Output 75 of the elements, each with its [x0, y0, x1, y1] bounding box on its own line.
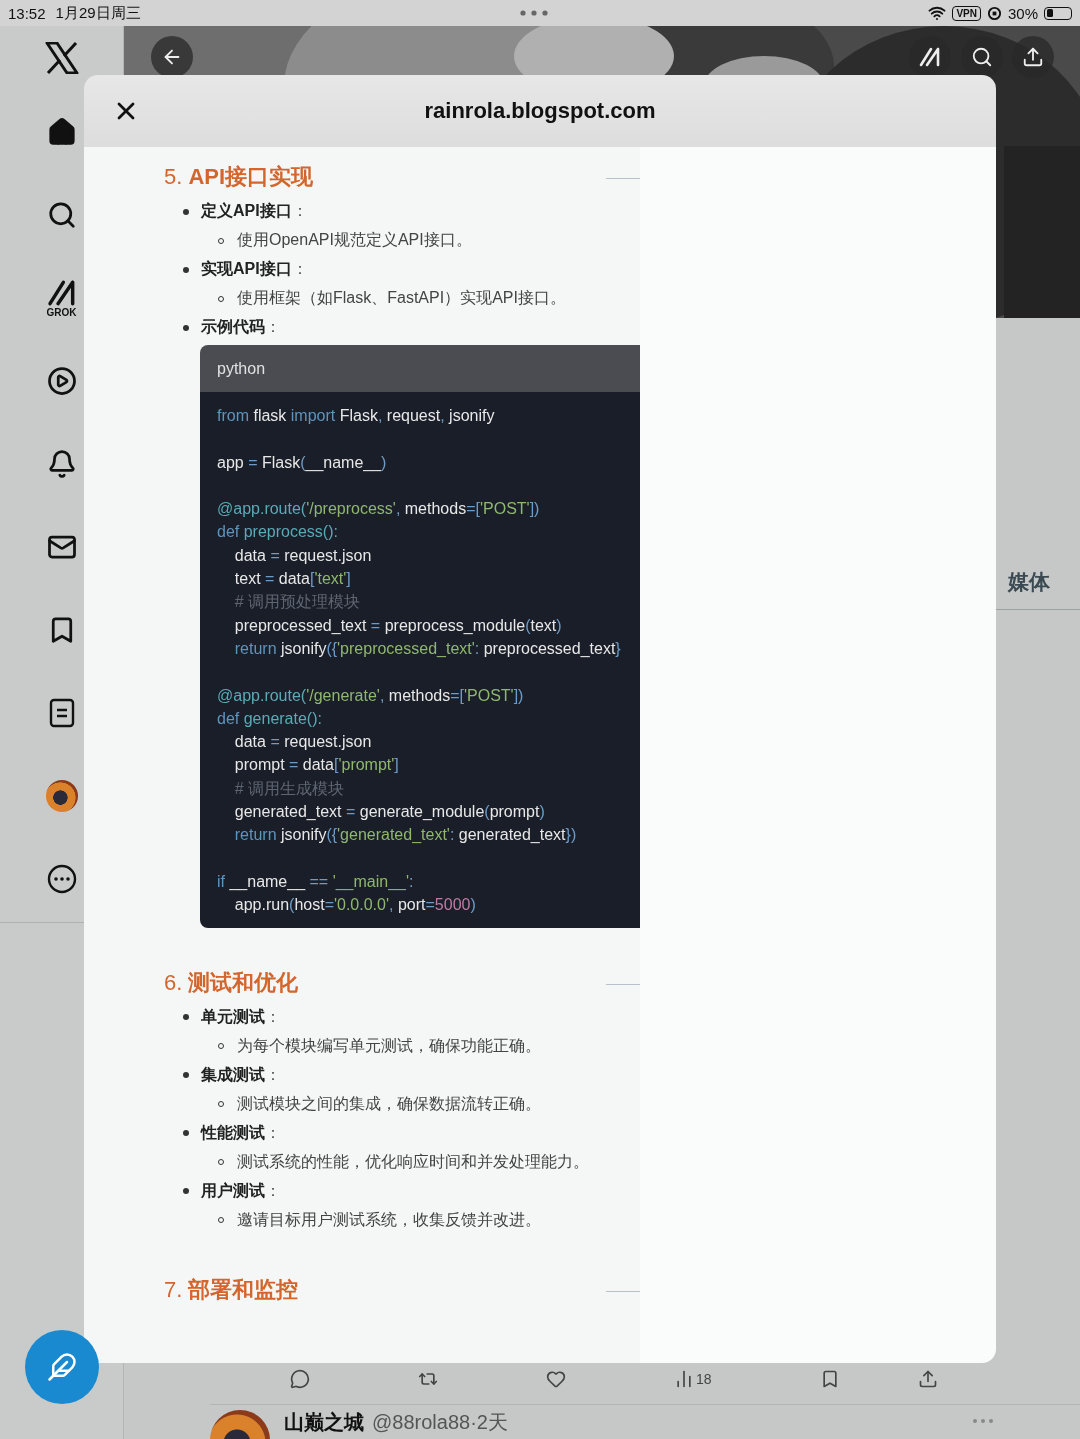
section-heading: 5. API接口实现	[164, 163, 315, 191]
code-line: def generate():	[217, 708, 323, 729]
vpn-badge: VPN	[952, 5, 981, 21]
list-item: 实现API接口：	[201, 259, 308, 279]
bar-chart-icon	[674, 1369, 694, 1389]
list-item: 邀请目标用户测试系统，收集反馈并改进。	[237, 1209, 541, 1230]
bullet-icon	[183, 266, 189, 273]
code-line: @app.route('/preprocess', methods=['POST'])	[217, 499, 541, 520]
bullet-icon	[183, 1072, 189, 1079]
grok-icon[interactable]	[918, 45, 942, 69]
code-line: # 调用生成模块	[233, 778, 346, 799]
list-item: 定义API接口：	[201, 201, 308, 221]
more-dots-icon	[520, 10, 549, 16]
bell-icon[interactable]	[46, 448, 77, 479]
section-heading: 7. 部署和监控	[164, 1275, 300, 1304]
like-button[interactable]	[546, 1369, 566, 1389]
code-line: if __name__ == '__main__':	[217, 871, 415, 893]
share-icon	[917, 1369, 938, 1389]
wifi-icon	[928, 4, 947, 22]
code-line: return jsonify({'generated_text': generated_text})	[233, 825, 578, 846]
views-button[interactable]: 18	[674, 1369, 712, 1389]
bullet-icon	[183, 1130, 189, 1137]
code-line: prompt = data['prompt']	[233, 755, 400, 776]
list-item: 用户测试：	[201, 1180, 281, 1201]
bullet-icon	[183, 1014, 189, 1021]
play-circle-icon[interactable]	[46, 365, 77, 396]
media-tab[interactable]: 媒体	[1008, 568, 1050, 596]
more-circle-icon[interactable]	[46, 863, 77, 894]
rotation-lock-icon	[986, 5, 1002, 21]
bullet-icon	[183, 324, 189, 331]
list-item: 为每个模块编写单元测试，确保功能正确。	[237, 1035, 541, 1056]
home-icon[interactable]	[46, 116, 77, 147]
search-icon	[971, 46, 993, 68]
code-line: # 调用预处理模块	[233, 592, 362, 613]
reply-button[interactable]	[290, 1369, 310, 1389]
status-time: 13:52	[8, 4, 46, 22]
avatar-icon[interactable]	[45, 779, 78, 812]
list-item: 使用OpenAPI规范定义API接口。	[237, 230, 472, 250]
share-icon	[1022, 46, 1044, 68]
battery-icon	[1044, 6, 1072, 20]
code-line: generated_text = generate_module(prompt)	[233, 802, 546, 823]
grok-label: GROK	[46, 307, 77, 318]
code-line: app.run(host='0.0.0.0', port=5000)	[233, 895, 477, 916]
share-button[interactable]	[917, 1369, 938, 1389]
author-handle: @88rola88·2天	[372, 1410, 508, 1434]
search-icon[interactable]	[46, 199, 77, 230]
code-line: return jsonify({'preprocessed_text': preprocessed_text}	[233, 638, 622, 659]
list-icon[interactable]	[48, 697, 75, 728]
code-line: text = data['text']	[233, 569, 352, 590]
list-item: 使用框架（如Flask、FastAPI）实现API接口。	[237, 288, 566, 308]
section-heading: 6. 测试和优化	[164, 968, 300, 997]
bullet-icon	[183, 208, 189, 215]
list-item: 测试模块之间的集成，确保数据流转正确。	[237, 1093, 541, 1114]
code-language: python	[217, 359, 266, 378]
battery-percent: 30%	[1007, 4, 1038, 22]
code-line: preprocessed_text = preprocess_module(text)	[233, 615, 563, 636]
code-line: data = request.json	[233, 545, 373, 566]
list-item: 单元测试：	[201, 1006, 281, 1027]
code-line: from flask import Flask, request, jsonify	[217, 406, 496, 426]
list-item: 测试系统的性能，优化响应时间和并发处理能力。	[237, 1151, 589, 1172]
author-name[interactable]: 山巅之城	[284, 1410, 364, 1434]
list-item: 集成测试：	[201, 1064, 281, 1085]
feather-icon	[47, 1352, 77, 1382]
bullet-icon	[183, 1188, 189, 1195]
list-item: 性能测试：	[201, 1122, 281, 1143]
code-line: def preprocess():	[217, 522, 339, 543]
status-date: 1月29日周三	[55, 3, 141, 23]
x-logo-icon[interactable]	[44, 42, 79, 74]
modal-title: rainrola.blogspot.com	[423, 98, 657, 124]
speech-bubble-icon	[290, 1369, 310, 1389]
code-line: @app.route('/generate', methods=['POST'])	[217, 685, 525, 706]
heart-icon	[546, 1369, 566, 1389]
code-line: app = Flask(__name__)	[217, 452, 388, 474]
code-line: data = request.json	[233, 732, 373, 753]
list-item: 示例代码：	[201, 317, 281, 337]
